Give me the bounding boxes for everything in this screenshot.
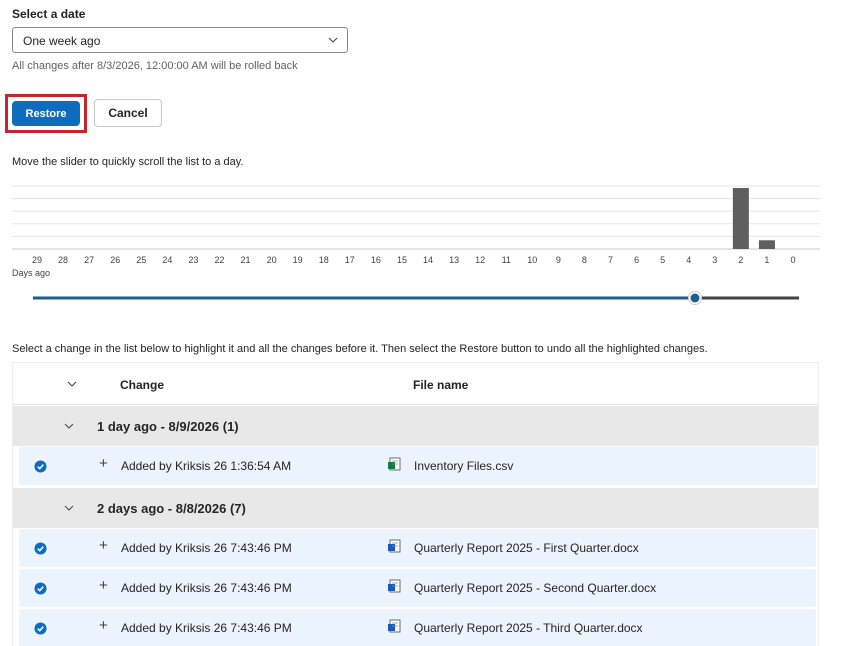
chart-tick-label: 19 [292, 255, 303, 265]
chart-tick-label: 24 [162, 255, 173, 265]
chart-tick-label: 18 [318, 255, 329, 265]
restore-button-highlight: Restore [5, 94, 87, 133]
chart-tick-label: 16 [370, 255, 381, 265]
chart-tick-label: 23 [188, 255, 199, 265]
date-dropdown-value: One week ago [23, 34, 101, 48]
chart-tick-labels: 29 28 27 26 25 24 23 22 21 20 19 18 17 16 15 14 13 12 11 10… [12, 255, 820, 269]
chart-tick-label: 14 [423, 255, 434, 265]
date-dropdown[interactable]: One week ago [12, 27, 348, 53]
chart-tick-label: 13 [449, 255, 460, 265]
added-plus-icon: + [99, 455, 108, 472]
change-text: Added by Kriksis 26 1:36:54 AM [121, 459, 292, 473]
file-name: Inventory Files.csv [414, 459, 514, 473]
chart-tick-label: 29 [31, 255, 43, 265]
changes-per-day-chart [12, 184, 820, 254]
chart-tick-label: 10 [527, 255, 538, 265]
chart-tick-label: 7 [608, 255, 614, 265]
checkmark-circle-icon [34, 460, 47, 473]
column-header-change[interactable]: Change [120, 378, 164, 392]
chart-tick-label: 5 [660, 255, 666, 265]
chart-bar[interactable] [732, 188, 749, 249]
table-row[interactable]: + Added by Kriksis 26 1:36:54 AM Invento… [19, 447, 816, 485]
chart-tick-label: 2 [738, 255, 744, 265]
restore-button[interactable]: Restore [12, 101, 80, 126]
word-doc-icon [388, 619, 401, 633]
chart-tick-label: 17 [344, 255, 355, 265]
chart-tick-label: 20 [266, 255, 277, 265]
checkmark-circle-icon [34, 582, 47, 595]
chart-tick-label: 25 [136, 255, 147, 265]
added-plus-icon: + [99, 537, 108, 554]
chart-tick-label: 22 [214, 255, 225, 265]
checkmark-circle-icon [34, 622, 47, 635]
change-text: Added by Kriksis 26 7:43:46 PM [121, 621, 292, 635]
change-text: Added by Kriksis 26 7:43:46 PM [121, 581, 292, 595]
day-slider[interactable] [33, 290, 799, 306]
chevron-down-icon[interactable] [64, 503, 74, 513]
table-row[interactable]: + Added by Kriksis 26 7:43:46 PM Quarter… [19, 569, 816, 607]
x-axis-label: Days ago [12, 268, 51, 278]
file-name: Quarterly Report 2025 - Third Quarter.do… [414, 621, 643, 635]
group-title: 2 days ago - 8/8/2026 (7) [97, 501, 246, 516]
file-name: Quarterly Report 2025 - First Quarter.do… [414, 541, 639, 555]
added-plus-icon: + [99, 617, 108, 634]
word-doc-icon [388, 539, 401, 553]
slider-thumb-inner [690, 293, 700, 303]
chevron-down-icon[interactable] [64, 421, 74, 431]
changes-table: Change File name 1 day ago - 8/9/2026 (1… [12, 362, 819, 646]
chart-tick-label: 12 [475, 255, 486, 265]
column-header-file-name[interactable]: File name [413, 378, 468, 392]
chart-tick-label: 8 [581, 255, 587, 265]
cancel-button[interactable]: Cancel [94, 99, 162, 127]
select-date-label: Select a date [12, 7, 86, 21]
added-plus-icon: + [99, 577, 108, 594]
chart-tick-label: 28 [58, 255, 69, 265]
chart-svg [12, 185, 820, 250]
chart-tick-label: 6 [634, 255, 640, 265]
table-row[interactable]: + Added by Kriksis 26 7:43:46 PM Quarter… [19, 609, 816, 646]
group-header-2-days-ago[interactable]: 2 days ago - 8/8/2026 (7) [13, 488, 818, 528]
chart-tick-label: 15 [396, 255, 407, 265]
csv-file-icon [388, 457, 401, 471]
word-doc-icon [388, 579, 401, 593]
collapse-all-chevron-icon[interactable] [67, 379, 77, 389]
chart-tick-label: 11 [501, 255, 511, 265]
chart-tick-label: 3 [712, 255, 718, 265]
file-name: Quarterly Report 2025 - Second Quarter.d… [414, 581, 657, 595]
table-header: Change File name [13, 363, 818, 405]
slider-hint: Move the slider to quickly scroll the li… [12, 156, 244, 168]
change-text: Added by Kriksis 26 7:43:46 PM [121, 541, 292, 555]
list-instruction: Select a change in the list below to hig… [12, 343, 708, 355]
checkmark-circle-icon [34, 542, 47, 555]
chart-tick-label: 4 [686, 255, 692, 265]
chart-tick-label: 26 [110, 255, 121, 265]
chart-tick-label: 0 [790, 255, 796, 265]
chart-bar[interactable] [758, 240, 775, 249]
chevron-down-icon [328, 37, 338, 43]
chart-tick-label: 9 [555, 255, 561, 265]
group-header-1-day-ago[interactable]: 1 day ago - 8/9/2026 (1) [13, 406, 818, 446]
chart-tick-label: 27 [84, 255, 95, 265]
group-title: 1 day ago - 8/9/2026 (1) [97, 419, 239, 434]
chart-tick-label: 21 [240, 255, 251, 265]
table-row[interactable]: + Added by Kriksis 26 7:43:46 PM Quarter… [19, 529, 816, 567]
chart-tick-label: 1 [764, 255, 770, 265]
rollback-hint: All changes after 8/3/2026, 12:00:00 AM … [12, 60, 298, 72]
